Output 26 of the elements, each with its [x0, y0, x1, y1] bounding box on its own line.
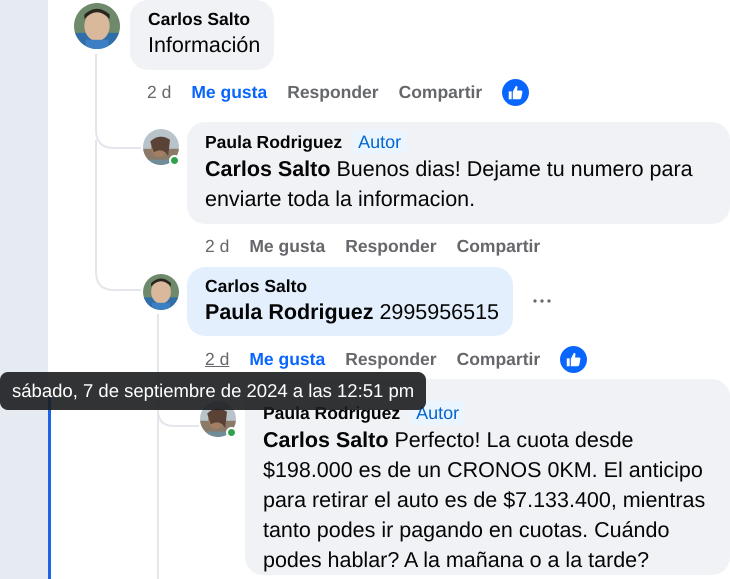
author-name[interactable]: Paula Rodriguez [205, 130, 342, 152]
comment-text: Paula Rodriguez 2995956515 [205, 298, 500, 326]
mention-link[interactable]: Carlos Salto [263, 428, 388, 452]
reply-link[interactable]: Responder [287, 79, 379, 106]
comment-text: Información [148, 32, 260, 59]
timestamp-link[interactable]: 2 d [205, 346, 230, 372]
author-name[interactable]: Carlos Salto [148, 8, 250, 30]
like-icon [560, 346, 588, 372]
like-link[interactable]: Me gusta [249, 346, 326, 372]
share-link[interactable]: Compartir [398, 79, 482, 106]
mention-link[interactable]: Paula Rodriguez [205, 300, 374, 324]
share-link[interactable]: Compartir [456, 233, 540, 260]
share-link[interactable]: Compartir [456, 346, 540, 372]
more-icon[interactable] [533, 299, 552, 304]
like-link[interactable]: Me gusta [191, 79, 268, 106]
like-icon [502, 79, 530, 106]
timestamp-link[interactable]: 2 d [147, 79, 172, 106]
timestamp-link[interactable]: 2 d [205, 233, 230, 260]
reply-link[interactable]: Responder [345, 346, 437, 372]
reply-link[interactable]: Responder [345, 233, 437, 260]
like-link[interactable]: Me gusta [249, 233, 326, 260]
mention-link[interactable]: Carlos Salto [205, 156, 330, 180]
comment-text: Carlos Salto Buenos dias! Dejame tu numero para enviarte toda la informacion. [205, 156, 694, 213]
author-badge: Autor [352, 130, 408, 154]
comment-text: Carlos Salto Perfecto! La cuota desde $198.000 es de un CRONOS 0KM. El anticipo para retirar el auto es de $7.133.400, mientras tanto podes ir pagando en cuotas. Cuándo podes hablar? A la mañana o a la tarde? [263, 427, 706, 574]
author-name[interactable]: Carlos Salto [205, 274, 308, 296]
